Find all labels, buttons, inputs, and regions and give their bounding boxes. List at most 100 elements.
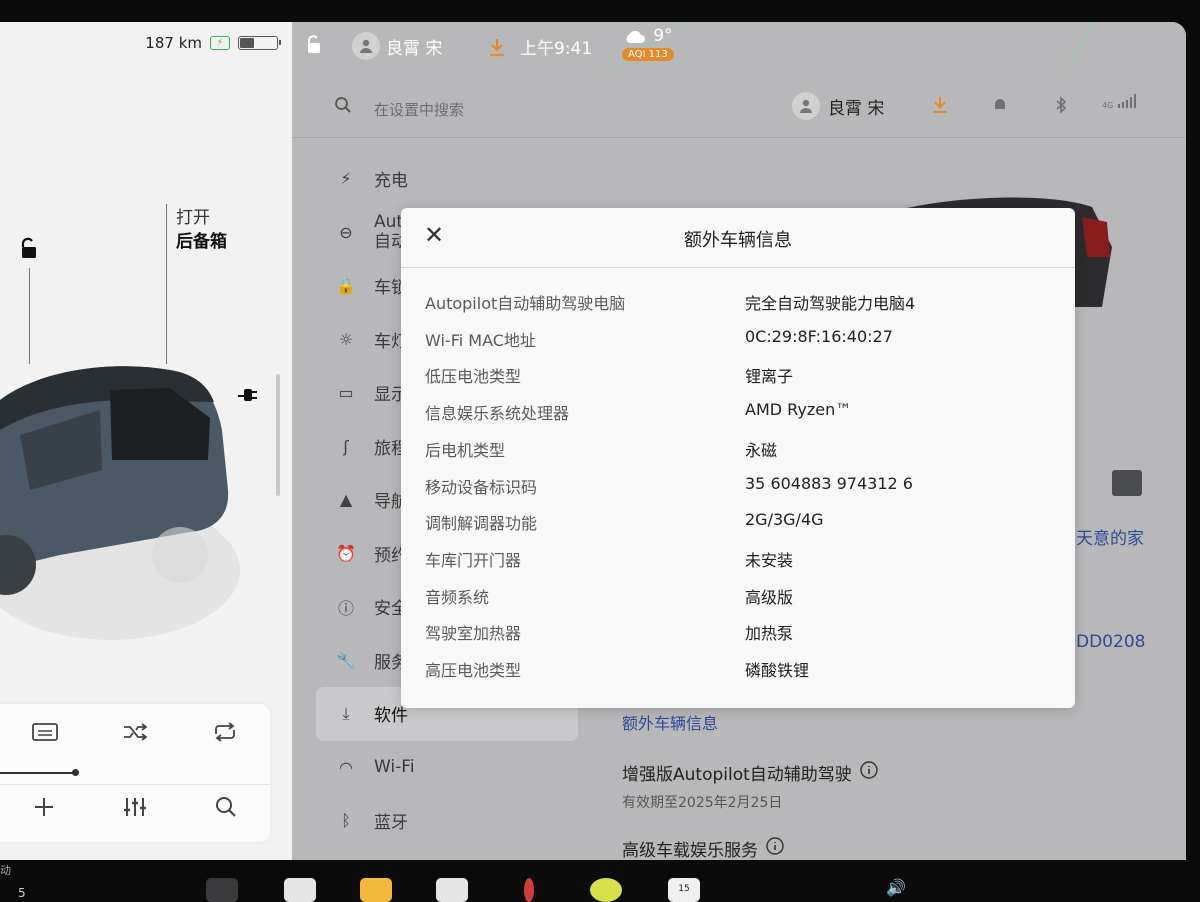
bluetooth-icon: ᛒ (341, 811, 351, 831)
left-scrollbar[interactable] (276, 374, 280, 496)
info-value: 高级版 (745, 587, 794, 607)
dock-partial-label: 动 (0, 864, 11, 877)
light-icon: ☼ (338, 329, 354, 349)
info-row: Autopilot自动辅助驾驶电脑 完全自动驾驶能力电脑4 (401, 290, 1075, 320)
trunk-label-line1: 打开 (176, 208, 210, 228)
info-row: 驾驶室加热器 加热泵 (401, 620, 1075, 650)
unlock-icon[interactable] (16, 236, 40, 267)
status-download[interactable]: 上午9:41 (488, 34, 592, 59)
premium-connectivity-row: 高级车载娱乐服务 (622, 836, 784, 860)
trip-icon: ʃ (343, 436, 349, 456)
download-icon: ⤓ (342, 703, 350, 723)
download-icon (490, 38, 504, 56)
info-row: 后电机类型 永磁 (401, 437, 1075, 467)
shuffle-icon[interactable] (122, 722, 148, 748)
menu-item-label: Wi-Fi (374, 757, 415, 778)
info-label: 调制解调器功能 (425, 514, 538, 534)
extra-vehicle-info-dialog: ✕ 额外车辆信息 Autopilot自动辅助驾驶电脑 完全自动驾驶能力电脑4 Wi-… (401, 208, 1075, 708)
status-user-name: 良霄 宋 (386, 38, 443, 59)
add-icon[interactable] (33, 796, 55, 824)
equalizer-icon[interactable] (122, 796, 148, 824)
menu-item-label: 蓝牙 (374, 813, 408, 834)
menu-item-0[interactable]: ⚡ 充电 (316, 152, 578, 206)
navigation-icon: ▲ (339, 490, 353, 510)
info-row: 音频系统 高级版 (401, 584, 1075, 614)
info-row: 信息娱乐系统处理器 AMD Ryzen™ (401, 400, 1075, 430)
dialog-title: 额外车辆信息 (684, 230, 792, 251)
info-row: 移动设备标识码 35 604883 974312 6 (401, 474, 1075, 504)
charging-icon: ⚡ (210, 36, 230, 50)
car-panel: 187 km ⚡ 打开 后备箱 (0, 22, 292, 860)
theater-icon[interactable] (436, 878, 468, 902)
vehicle-screen: 187 km ⚡ 打开 后备箱 良霄 宋 上午9:41 9° AQI 113 在… (0, 22, 1186, 860)
wrench-icon: 🔧 (336, 650, 356, 670)
info-label: 车库门开门器 (425, 550, 522, 570)
dock-number: 5 (18, 886, 26, 900)
user-avatar-icon (352, 32, 380, 60)
info-value: 磷酸铁锂 (745, 661, 810, 680)
camera-icon[interactable] (524, 878, 534, 902)
enhanced-autopilot-row: 增强版Autopilot自动辅助驾驶 (622, 760, 878, 785)
trunk-label-line2: 后备箱 (176, 232, 227, 252)
lyrics-icon[interactable] (32, 722, 58, 748)
info-value: 加热泵 (745, 624, 794, 644)
premium-connectivity-title: 高级车载娱乐服务 (622, 841, 758, 860)
calendar-icon[interactable]: 15 (668, 878, 700, 902)
info-row: 低压电池类型 锂离子 (401, 363, 1075, 393)
info-row: 车库门开门器 未安装 (401, 547, 1075, 577)
info-label: Wi-Fi MAC地址 (425, 330, 536, 350)
info-label: 低压电池类型 (425, 367, 522, 387)
dialog-header: ✕ 额外车辆信息 (401, 208, 1075, 268)
battery-icon (238, 36, 281, 50)
info-label: 后电机类型 (425, 440, 506, 460)
taskbar: 动 5 15 🔊 (0, 860, 1200, 902)
open-trunk-button[interactable]: 打开 后备箱 (176, 206, 227, 254)
autopilot-expiry: 有效期至2025年2月25日 (622, 795, 783, 811)
repeat-icon[interactable] (212, 722, 238, 748)
info-value: 2G/3G/4G (745, 510, 824, 530)
left-status: 187 km ⚡ (145, 34, 281, 52)
steering-wheel-icon: ⊖ (339, 222, 353, 242)
safety-icon: ⓘ (337, 598, 354, 618)
info-label: 音频系统 (425, 587, 490, 607)
info-value: 0C:29:8F:16:40:27 (745, 326, 893, 346)
info-label: 驾驶室加热器 (425, 624, 522, 644)
info-value: 锂离子 (745, 367, 794, 387)
info-row: Wi-Fi MAC地址 0C:29:8F:16:40:27 (401, 327, 1075, 357)
manual-icon[interactable] (284, 878, 316, 902)
info-label: Autopilot自动辅助驾驶电脑 (425, 294, 626, 313)
info-label: 信息娱乐系统处理器 (425, 404, 570, 424)
extra-vehicle-info-link[interactable]: 额外车辆信息 (622, 710, 718, 734)
info-value: 35 604883 974312 6 (745, 473, 913, 493)
media-divider (0, 784, 270, 785)
app-icon[interactable] (590, 878, 622, 902)
info-value: 永磁 (745, 440, 778, 460)
media-player (0, 704, 270, 842)
menu-item-12[interactable]: ᛒ 蓝牙 (316, 794, 578, 848)
playback-progress-knob[interactable] (72, 769, 79, 776)
playback-progress-track[interactable] (0, 772, 76, 774)
card-icon[interactable] (1112, 470, 1142, 496)
info-value: AMD Ryzen™ (745, 400, 852, 420)
wifi-icon: ◠ (339, 757, 353, 777)
menu-item-11[interactable]: ◠ Wi-Fi (316, 741, 578, 795)
lightning-icon: ⚡ (340, 169, 352, 189)
more-apps-icon[interactable] (206, 878, 238, 902)
info-icon[interactable] (766, 837, 784, 860)
enhanced-autopilot-title: 增强版Autopilot自动辅助驾驶 (622, 765, 852, 785)
volume-icon[interactable]: 🔊 (886, 878, 914, 902)
toybox-icon[interactable] (360, 878, 392, 902)
info-value: 完全自动驾驶能力电脑4 (745, 294, 916, 313)
status-user[interactable]: 良霄 宋 (352, 32, 442, 60)
menu-item-label: 充电 (374, 171, 408, 192)
home-location-text[interactable]: 天意的家 (1076, 524, 1144, 549)
info-value: 未安装 (745, 550, 794, 570)
search-music-icon[interactable] (215, 796, 237, 824)
status-time: 上午9:41 (520, 39, 593, 59)
search-icon (334, 96, 352, 119)
schedule-icon: ⏰ (336, 543, 356, 563)
car-image (0, 366, 240, 640)
status-lock-icon[interactable] (304, 34, 324, 56)
info-icon[interactable] (860, 761, 878, 784)
code-text: DD0208 (1076, 632, 1146, 652)
